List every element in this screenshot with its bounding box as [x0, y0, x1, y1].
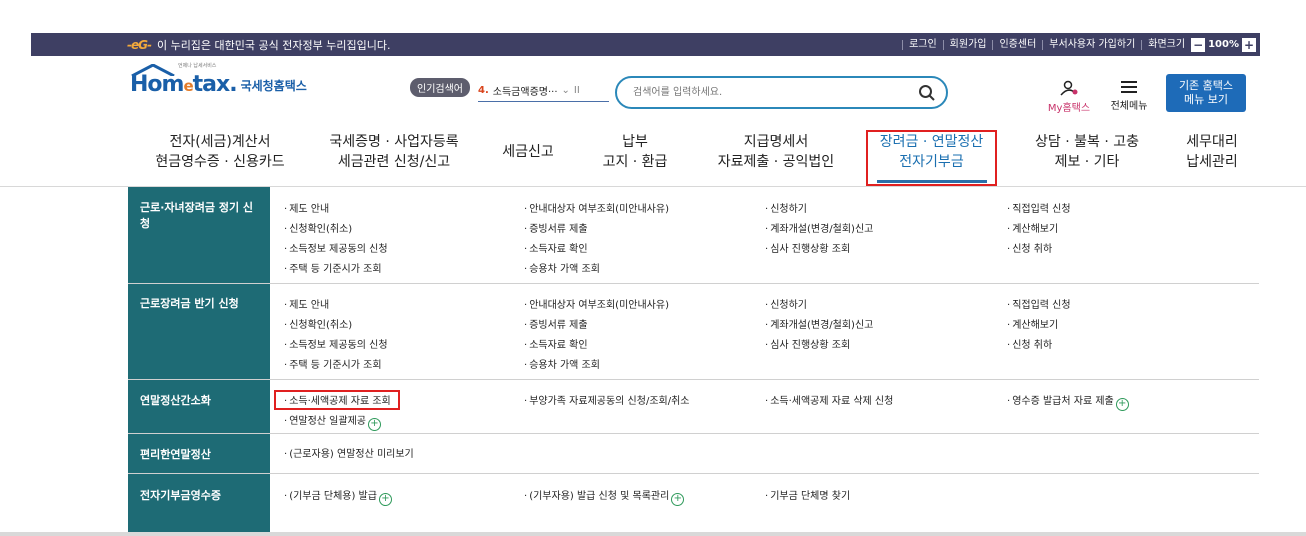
- gov-notice: -eG- 이 누리집은 대한민국 공식 전자정부 누리집입니다.: [127, 37, 390, 53]
- cert-center-link[interactable]: 인증센터: [992, 39, 1042, 50]
- mega-menu-panel: 근로·자녀장려금 정기 신청 제도 안내 신청확인(취소) 소득정보 제공동의 …: [128, 187, 1259, 536]
- menu-link[interactable]: 신청확인(취소): [284, 316, 352, 331]
- menu-link[interactable]: 계산해보기: [1007, 316, 1058, 331]
- menu-link[interactable]: 승용차 가액 조회: [524, 260, 600, 275]
- menu-link[interactable]: 계좌개설(변경/철회)신고: [765, 220, 873, 235]
- zoom-in-button[interactable]: +: [1242, 37, 1256, 52]
- menu-link[interactable]: 안내대상자 여부조회(미안내사유): [524, 200, 669, 215]
- roof-logo-icon: [131, 64, 175, 76]
- menu-link[interactable]: 주택 등 기준시가 조회: [284, 260, 381, 275]
- zoom-level: 100%: [1208, 39, 1239, 50]
- ranking-keyword[interactable]: 소득금액증명···: [493, 83, 558, 98]
- menu-link[interactable]: 계산해보기: [1007, 220, 1058, 235]
- menu-link[interactable]: 소득자료 확인: [524, 336, 587, 351]
- menu-link[interactable]: 소득자료 확인: [524, 240, 587, 255]
- menu-row-donation: 전자기부금영수증 (기부금 단체용) 발급+ (기부자용) 발급 신청 및 목록…: [128, 473, 1259, 515]
- utility-links: 로그인 회원가입 인증센터 부서사용자 가입하기 화면크기 − 100% +: [902, 33, 1260, 56]
- selected-link-highlight: [274, 390, 400, 410]
- menu-row-title[interactable]: 전자기부금영수증: [140, 488, 258, 504]
- menu-link[interactable]: 안내대상자 여부조회(미안내사유): [524, 296, 669, 311]
- menu-link[interactable]: 주택 등 기준시가 조회: [284, 356, 381, 371]
- pause-icon[interactable]: II: [574, 85, 580, 96]
- gnb-item-statement[interactable]: 지급명세서 자료제출 · 공익법인: [706, 132, 846, 172]
- menu-row-half-year: 근로장려금 반기 신청 제도 안내 신청확인(취소) 소득정보 제공동의 신청 …: [128, 283, 1259, 380]
- hamburger-icon: [1121, 81, 1137, 93]
- my-hometax-label: My홈택스: [1047, 103, 1091, 114]
- zoom-out-button[interactable]: −: [1191, 37, 1206, 52]
- menu-link[interactable]: 제도 안내: [284, 200, 329, 215]
- screen-size-label: 화면크기: [1141, 39, 1191, 50]
- old-menu-line1: 기존 홈택스: [1178, 79, 1234, 92]
- menu-link[interactable]: 기부금 단체명 찾기: [765, 487, 850, 502]
- logo-subtitle: 국세청홈택스: [240, 79, 307, 93]
- menu-link[interactable]: 소득정보 제공동의 신청: [284, 240, 387, 255]
- gnb-item-incentive[interactable]: 장려금 · 연말정산 전자기부금: [866, 132, 997, 172]
- menu-link[interactable]: 신청확인(취소): [284, 220, 352, 235]
- menu-link[interactable]: 증빙서류 제출: [524, 220, 587, 235]
- popular-search-badge: 인기검색어: [410, 78, 470, 97]
- gnb-item-tax-return[interactable]: 세금신고: [488, 142, 568, 162]
- chevron-down-icon[interactable]: ⌄: [562, 85, 570, 96]
- menu-link[interactable]: 계좌개설(변경/철회)신고: [765, 316, 873, 331]
- menu-link[interactable]: 신청하기: [765, 296, 807, 311]
- gnb-item-certificate[interactable]: 국세증명 · 사업자등록 세금관련 신청/신고: [314, 132, 474, 172]
- menu-link[interactable]: 심사 진행상황 조회: [765, 240, 850, 255]
- gnb-active-underline: [877, 180, 987, 183]
- menu-link[interactable]: 신청 취하: [1007, 240, 1052, 255]
- plus-circle-icon[interactable]: +: [367, 418, 381, 431]
- my-hometax-button[interactable]: My홈택스: [1046, 80, 1092, 114]
- plus-circle-icon[interactable]: +: [1115, 398, 1129, 411]
- popular-search-ranking[interactable]: 4. 소득금액증명··· ⌄ II: [478, 83, 609, 102]
- menu-link[interactable]: 심사 진행상황 조회: [765, 336, 850, 351]
- search-box: [615, 76, 948, 109]
- egov-logo-icon: -eG-: [127, 38, 152, 52]
- old-menu-button[interactable]: 기존 홈택스 메뉴 보기: [1166, 74, 1246, 112]
- menu-link[interactable]: (기부자용) 발급 신청 및 목록관리+: [524, 487, 685, 506]
- menu-link[interactable]: 직접입력 신청: [1007, 296, 1070, 311]
- menu-link[interactable]: 소득정보 제공동의 신청: [284, 336, 387, 351]
- menu-row-easy: 편리한연말정산 (근로자용) 연말정산 미리보기: [128, 433, 1259, 474]
- ranking-number: 4.: [478, 85, 489, 96]
- user-icon: [1060, 80, 1078, 96]
- gov-notice-bar: -eG- 이 누리집은 대한민국 공식 전자정부 누리집입니다. 로그인 회원가…: [31, 33, 1260, 56]
- plus-circle-icon[interactable]: +: [378, 493, 392, 506]
- dept-user-signup-link[interactable]: 부서사용자 가입하기: [1042, 39, 1141, 50]
- hometax-logo[interactable]: Hometax. 국세청홈택스 언제나 납세서비스: [130, 63, 307, 97]
- menu-link[interactable]: 직접입력 신청: [1007, 200, 1070, 215]
- menu-link[interactable]: 부양가족 자료제공동의 신청/조회/취소: [524, 392, 689, 407]
- menu-link[interactable]: 증빙서류 제출: [524, 316, 587, 331]
- menu-row-regular: 근로·자녀장려금 정기 신청 제도 안내 신청확인(취소) 소득정보 제공동의 …: [128, 187, 1259, 284]
- menu-link[interactable]: (기부금 단체용) 발급+: [284, 487, 392, 506]
- signup-link[interactable]: 회원가입: [942, 39, 993, 50]
- gov-notice-text: 이 누리집은 대한민국 공식 전자정부 누리집입니다.: [156, 39, 391, 52]
- search-input[interactable]: [631, 86, 915, 99]
- menu-link[interactable]: 승용차 가액 조회: [524, 356, 600, 371]
- main-navigation: 전자(세금)계산서 현금영수증 · 신용카드 국세증명 · 사업자등록 세금관련 신…: [0, 130, 1306, 186]
- menu-row-title[interactable]: 연말정산간소화: [140, 393, 258, 409]
- menu-row-title[interactable]: 근로·자녀장려금 정기 신청: [140, 200, 258, 232]
- menu-row-title[interactable]: 편리한연말정산: [140, 447, 258, 463]
- gnb-item-tax-agent[interactable]: 세무대리 납세관리: [1172, 132, 1252, 172]
- menu-link[interactable]: 연말정산 일괄제공+: [284, 412, 381, 431]
- search-icon[interactable]: [918, 84, 936, 102]
- gnb-item-payment[interactable]: 납부 고지 · 환급: [590, 132, 680, 172]
- all-menu-button[interactable]: 전체메뉴: [1109, 80, 1149, 112]
- site-header: Hometax. 국세청홈택스 언제나 납세서비스 인기검색어 4. 소득금액증…: [0, 56, 1306, 186]
- menu-link[interactable]: (근로자용) 연말정산 미리보기: [284, 445, 414, 460]
- menu-link[interactable]: 소득·세액공제 자료 삭제 신청: [765, 392, 893, 407]
- all-menu-label: 전체메뉴: [1110, 101, 1148, 112]
- logo-tagline: 언제나 납세서비스: [178, 63, 217, 69]
- menu-row-title[interactable]: 근로장려금 반기 신청: [140, 296, 258, 312]
- gnb-item-consult[interactable]: 상담 · 불복 · 고충 제보 · 기타: [1022, 132, 1152, 172]
- old-menu-line2: 메뉴 보기: [1184, 93, 1228, 106]
- page-content-edge: [0, 532, 1306, 536]
- plus-circle-icon[interactable]: +: [671, 493, 685, 506]
- menu-link[interactable]: 신청하기: [765, 200, 807, 215]
- menu-link[interactable]: 영수증 발급처 자료 제출+: [1007, 392, 1129, 411]
- gnb-item-invoice[interactable]: 전자(세금)계산서 현금영수증 · 신용카드: [140, 132, 300, 172]
- menu-link[interactable]: 제도 안내: [284, 296, 329, 311]
- login-link[interactable]: 로그인: [902, 39, 943, 50]
- menu-link[interactable]: 신청 취하: [1007, 336, 1052, 351]
